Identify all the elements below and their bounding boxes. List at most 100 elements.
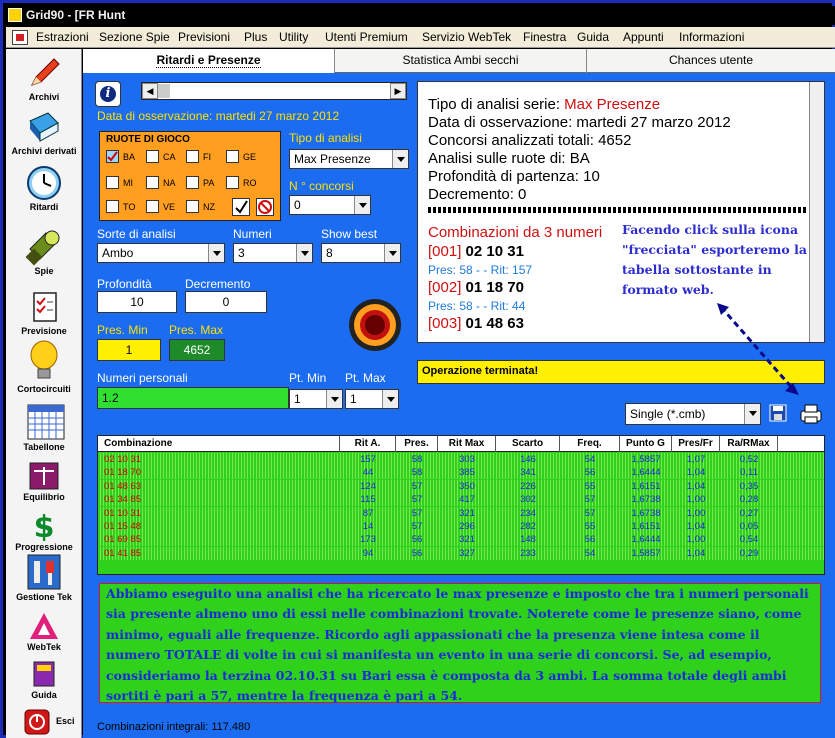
tipo-analisi-label: Tipo di analisi (289, 131, 362, 145)
export-format-select[interactable]: Single (*.cmb) (625, 403, 761, 425)
column-header[interactable]: Pres. (396, 436, 438, 452)
menu-previsioni[interactable]: Previsioni (178, 30, 230, 44)
table-row[interactable]: 01 48 63 124 57 350 226 55 1,6151 1,04 0,35 (98, 479, 824, 493)
ruota-checkbox-ba[interactable] (106, 150, 119, 163)
ruota-checkbox-pa[interactable] (186, 176, 199, 189)
date-scrollbar[interactable]: ◀ ▶ (141, 82, 407, 100)
table-cell: 1,04 (686, 521, 706, 532)
chevron-down-icon[interactable] (296, 244, 312, 262)
table-cell: 1,00 (686, 507, 706, 519)
select-all-icon[interactable] (232, 198, 250, 216)
menu-appunti[interactable]: Appunti (623, 30, 664, 44)
document-icon[interactable] (12, 30, 28, 45)
ruota-checkbox-fi[interactable] (186, 150, 199, 163)
n-concorsi-select[interactable]: 0 (289, 195, 371, 215)
ruota-checkbox-ca[interactable] (146, 150, 159, 163)
menu-utility[interactable]: Utility (279, 30, 308, 44)
table-cell: 146 (520, 454, 536, 465)
run-analysis-button[interactable] (347, 297, 403, 353)
table-row[interactable]: 01 69 85 173 56 321 148 56 1,6444 1,00 0,54 (98, 533, 824, 547)
chevron-down-icon[interactable] (384, 244, 400, 262)
scroll-right-arrow[interactable]: ▶ (390, 83, 406, 99)
table-row[interactable]: 01 41 85 94 56 327 233 54 1,5857 1,04 0,29 (98, 546, 824, 560)
table-cell: 226 (520, 480, 536, 492)
ruota-checkbox-nz[interactable] (186, 200, 199, 213)
tipo-analisi-select[interactable]: Max Presenze (289, 149, 409, 169)
sidebar-item-archivi-derivati[interactable]: Archivi derivati (6, 109, 82, 156)
ruota-checkbox-na[interactable] (146, 176, 159, 189)
table-row[interactable]: 01 10 31 87 57 321 234 57 1,6738 1,00 0,27 (98, 506, 824, 520)
pres-max-input[interactable]: 4652 (169, 339, 225, 361)
pt-min-select[interactable]: 1 (289, 389, 343, 409)
scroll-left-arrow[interactable]: ◀ (142, 83, 158, 99)
chevron-down-icon[interactable] (382, 390, 398, 408)
pres-min-input[interactable]: 1 (97, 339, 161, 361)
decremento-input[interactable]: 0 (185, 291, 267, 313)
menu-estrazioni[interactable]: Estrazioni (36, 30, 89, 44)
menu-utenti-premium[interactable]: Utenti Premium (325, 30, 408, 44)
menu-finestra[interactable]: Finestra (523, 30, 566, 44)
menu-informazioni[interactable]: Informazioni (679, 30, 744, 44)
sidebar-item-cortocircuiti[interactable]: Cortocircuiti (6, 339, 82, 394)
chevron-down-icon[interactable] (392, 150, 408, 168)
menu-sezione-spie[interactable]: Sezione Spie (99, 30, 170, 44)
scroll-thumb[interactable] (158, 84, 170, 98)
tab-ritardi-presenze[interactable]: Ritardi e Presenze (83, 49, 335, 73)
clear-all-icon[interactable] (256, 198, 274, 216)
report-scrollbar[interactable] (809, 82, 824, 342)
ruota-checkbox-ve[interactable] (146, 200, 159, 213)
table-cell: 282 (520, 521, 536, 532)
decremento-label: Decremento (185, 277, 251, 291)
save-icon[interactable] (769, 404, 787, 422)
sidebar-item-archivi[interactable]: Archivi (6, 55, 82, 102)
sidebar-item-gestione-tek[interactable]: Gestione Tek (6, 553, 82, 602)
sidebar-item-previsione[interactable]: Previsione (6, 289, 82, 336)
column-header[interactable]: Combinazione (98, 436, 340, 452)
checklist-icon (26, 289, 62, 325)
column-header[interactable]: Scarto (496, 436, 560, 452)
ruota-checkbox-to[interactable] (106, 200, 119, 213)
printer-export-icon[interactable] (799, 403, 823, 425)
chevron-down-icon[interactable] (744, 404, 760, 424)
table-row[interactable]: 02 10 31 157 58 303 146 54 1,5857 1,07 0,52 (98, 453, 824, 466)
numeri-select[interactable]: 3 (233, 243, 313, 263)
tab-statistica-ambi-secchi[interactable]: Statistica Ambi secchi (335, 49, 587, 73)
report-line: Data di osservazione: martedi 27 marzo 2… (428, 114, 731, 131)
table-row[interactable]: 01 34 85 115 57 417 302 57 1,6738 1,00 0,28 (98, 493, 824, 507)
ruota-checkbox-ge[interactable] (226, 150, 239, 163)
sidebar-item-tabellone[interactable]: Tabellone (6, 403, 82, 452)
table-row[interactable]: 01 15 48 14 57 296 282 55 1,6151 1,04 0,05 (98, 520, 824, 533)
ruota-label: TO (123, 202, 136, 212)
column-header[interactable]: Pres/Fr (672, 436, 720, 452)
column-header[interactable]: Ra/RMax (720, 436, 778, 452)
sidebar-item-ritardi[interactable]: Ritardi (6, 165, 82, 212)
table-row[interactable]: 01 18 70 44 58 385 341 56 1,6444 1,04 0,11 (98, 466, 824, 480)
show-best-select[interactable]: 8 (321, 243, 401, 263)
sidebar-item-progressione[interactable]: $ Progressione (6, 510, 82, 552)
sorte-select[interactable]: Ambo (97, 243, 225, 263)
sidebar-item-equilibrio[interactable]: Equilibrio (6, 461, 82, 502)
column-header[interactable]: Freq. (560, 436, 620, 452)
ruota-checkbox-ro[interactable] (226, 176, 239, 189)
table-cell: 327 (459, 547, 475, 559)
column-header[interactable]: Punto G (620, 436, 672, 452)
menu-servizio-webtek[interactable]: Servizio WebTek (422, 30, 511, 44)
column-header[interactable]: Rit A. (340, 436, 396, 452)
column-header[interactable]: Rit Max (438, 436, 496, 452)
chevron-down-icon[interactable] (354, 196, 370, 214)
profondita-input[interactable]: 10 (97, 291, 177, 313)
menu-guida[interactable]: Guida (577, 30, 609, 44)
numeri-personali-input[interactable]: 1.2 (97, 387, 289, 409)
chevron-down-icon[interactable] (208, 244, 224, 262)
ruota-checkbox-mi[interactable] (106, 176, 119, 189)
dollar-icon: $ (26, 510, 62, 545)
footer-status: Combinazioni integrali: 117.480 (97, 721, 251, 733)
tab-chances-utente[interactable]: Chances utente (587, 49, 835, 73)
sidebar-item-spie[interactable]: Spie (6, 229, 82, 276)
pt-max-select[interactable]: 1 (345, 389, 399, 409)
menu-plus[interactable]: Plus (244, 30, 267, 44)
chevron-down-icon[interactable] (326, 390, 342, 408)
sidebar-item-guida[interactable]: Guida (6, 659, 82, 700)
sidebar-item-webtek[interactable]: WebTek (6, 611, 82, 652)
info-button[interactable]: i (95, 81, 121, 107)
